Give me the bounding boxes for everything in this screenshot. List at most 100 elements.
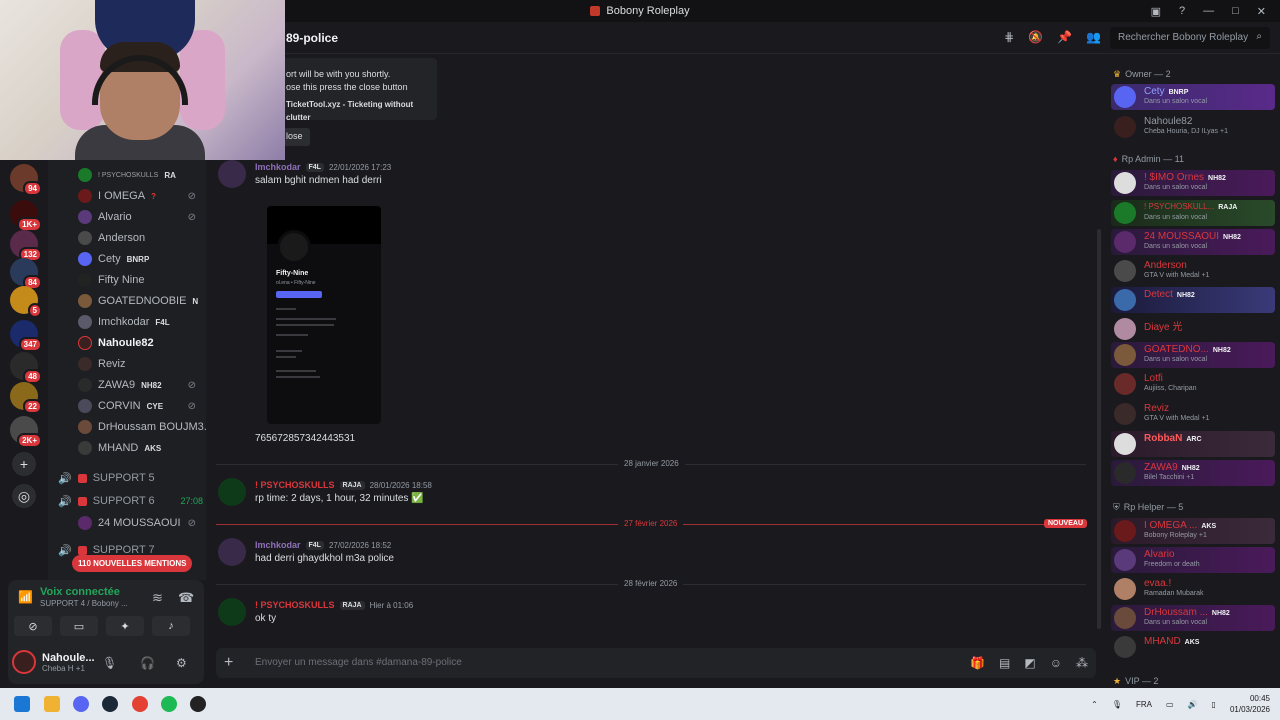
- server-icon[interactable]: 48: [10, 352, 42, 384]
- network-icon[interactable]: ▭: [1166, 700, 1174, 709]
- search-input[interactable]: Rechercher Bobony Roleplay ⌕: [1110, 27, 1270, 49]
- member-item[interactable]: MHAND AKS: [1111, 634, 1275, 660]
- screen-icon[interactable]: ▣: [1151, 5, 1161, 18]
- member-item[interactable]: ! PSYCHOSKULL... RAJA Dans un salon vocal: [1111, 200, 1275, 226]
- spotify-icon[interactable]: [161, 696, 177, 712]
- minimize-button[interactable]: —: [1203, 5, 1214, 17]
- voice-channel-support6[interactable]: 🔊 SUPPORT 6 27:08: [58, 491, 203, 511]
- server-icon[interactable]: 84: [10, 258, 42, 290]
- server-icon[interactable]: 1K+: [10, 200, 42, 232]
- notifications-icon[interactable]: 🔕: [1028, 30, 1043, 44]
- voice-user[interactable]: GOATEDNOOBIE N: [78, 291, 206, 311]
- member-item[interactable]: DrHoussam ... NH82 Dans un salon vocal: [1111, 605, 1275, 631]
- voice-user[interactable]: CORVIN CYE ⊘: [78, 396, 206, 416]
- image-attachment[interactable]: Fifty-Nine ol.ena • Fifty-Nine: [267, 206, 381, 424]
- disconnect-icon[interactable]: ☎: [178, 590, 194, 606]
- maximize-button[interactable]: □: [1232, 5, 1239, 17]
- message-text: ok ty: [255, 613, 277, 624]
- avatar: [12, 650, 36, 674]
- camera-off-button[interactable]: ⊘: [14, 616, 52, 636]
- gift-icon[interactable]: 🎁: [970, 656, 985, 670]
- language-indicator[interactable]: FRA: [1136, 700, 1152, 709]
- headphones-icon[interactable]: 🎧: [140, 656, 155, 670]
- member-item[interactable]: GOATEDNO... NH82 Dans un salon vocal: [1111, 342, 1275, 368]
- user-panel[interactable]: Nahoule... Cheba H +1: [12, 650, 95, 674]
- voice-user[interactable]: I OMEGA? ⊘: [78, 186, 206, 206]
- avatar[interactable]: [218, 160, 246, 188]
- app-logo-icon: [590, 6, 601, 16]
- close-button[interactable]: ✕: [1257, 5, 1266, 18]
- member-item[interactable]: Cety BNRP Dans un salon vocal: [1111, 84, 1275, 110]
- server-icon[interactable]: 94: [10, 164, 42, 196]
- steam-icon[interactable]: [102, 696, 118, 712]
- voice-user[interactable]: Fifty Nine: [78, 270, 206, 290]
- member-item[interactable]: evaa.! Ramadan Mubarak: [1111, 576, 1275, 602]
- microphone-icon[interactable]: 🎙: [102, 656, 117, 670]
- avatar[interactable]: [218, 598, 246, 626]
- add-server-button[interactable]: +: [12, 452, 36, 476]
- member-item[interactable]: Anderson GTA V with Medal +1: [1111, 258, 1275, 284]
- noise-suppression-icon[interactable]: ≋: [152, 590, 163, 606]
- message-composer[interactable]: + Envoyer un message dans #damana-89-pol…: [216, 648, 1096, 678]
- server-icon[interactable]: 2K+: [10, 416, 42, 448]
- discord-icon[interactable]: [73, 696, 89, 712]
- avatar[interactable]: [218, 478, 246, 506]
- soundboard-button[interactable]: ♪: [152, 616, 190, 636]
- server-icon[interactable]: 132: [10, 230, 42, 262]
- file-explorer-icon[interactable]: [44, 696, 60, 712]
- member-item[interactable]: Diaye 光: [1111, 316, 1275, 342]
- clock[interactable]: 00:45 01/03/2026: [1230, 693, 1270, 715]
- voice-channel-support5[interactable]: 🔊 SUPPORT 5: [58, 468, 203, 488]
- voice-user[interactable]: Reviz: [78, 354, 206, 374]
- discover-icon[interactable]: ◎: [12, 484, 36, 508]
- settings-gear-icon[interactable]: ⚙: [176, 656, 187, 670]
- members-icon[interactable]: 👥: [1086, 30, 1101, 44]
- voice-user[interactable]: Imchkodar F4L: [78, 312, 206, 332]
- activities-button[interactable]: ✦: [106, 616, 144, 636]
- member-item[interactable]: Alvario Freedom or death: [1111, 547, 1275, 573]
- sticker-icon[interactable]: ◩: [1024, 656, 1035, 670]
- chevron-up-icon[interactable]: ⌃: [1091, 700, 1098, 709]
- window-controls: ▣ ? — □ ✕: [1151, 0, 1280, 22]
- member-item[interactable]: ! $IMO Ornes NH82 Dans un salon vocal: [1111, 170, 1275, 196]
- server-icon[interactable]: 347: [10, 320, 42, 352]
- voice-user[interactable]: ZAWA9 NH82 ⊘: [78, 375, 206, 395]
- voice-user[interactable]: Alvario ⊘: [78, 207, 206, 227]
- help-icon[interactable]: ?: [1179, 5, 1185, 17]
- member-item[interactable]: I OMEGA ... AKS Bobony Roleplay +1: [1111, 518, 1275, 544]
- microphone-icon[interactable]: 🎙: [1112, 700, 1122, 709]
- pin-icon[interactable]: 📌: [1057, 30, 1072, 44]
- obs-icon[interactable]: [190, 696, 206, 712]
- battery-icon[interactable]: ▯: [1212, 700, 1216, 709]
- gif-icon[interactable]: ▤: [999, 656, 1010, 670]
- voice-channel-label[interactable]: SUPPORT 4 / Bobony ...: [40, 599, 128, 608]
- volume-icon[interactable]: 🔊: [1188, 700, 1198, 709]
- member-item[interactable]: Nahoule82 Cheba Houria, DJ ILyas +1: [1111, 114, 1275, 140]
- voice-user[interactable]: Anderson: [78, 228, 206, 248]
- voice-user-self[interactable]: Nahoule82: [78, 333, 206, 353]
- voice-user[interactable]: DrHoussam BOUJM3...: [78, 417, 206, 437]
- member-item[interactable]: ZAWA9 NH82 Bilel Tacchini +1: [1111, 460, 1275, 486]
- member-item[interactable]: Lotfi Aujiiss, Charipan: [1111, 371, 1275, 397]
- emoji-icon[interactable]: ☺: [1050, 656, 1062, 670]
- member-item[interactable]: Detect NH82: [1111, 287, 1275, 313]
- windows-start-icon[interactable]: [14, 696, 30, 712]
- avatar[interactable]: [218, 538, 246, 566]
- server-icon[interactable]: 5: [10, 286, 42, 318]
- member-item[interactable]: RobbaN ARC: [1111, 431, 1275, 457]
- server-icon[interactable]: 22: [10, 382, 42, 414]
- apps-icon[interactable]: ⁂: [1076, 656, 1088, 670]
- member-item[interactable]: Reviz GTA V with Medal +1: [1111, 401, 1275, 427]
- voice-user[interactable]: Cety BNRP: [78, 249, 206, 269]
- screen-share-button[interactable]: ▭: [60, 616, 98, 636]
- message-list: ort will be with you shortly. ose this p…: [206, 54, 1101, 644]
- new-mentions-badge[interactable]: 110 NOUVELLES MENTIONS: [72, 555, 193, 572]
- date-divider-label: 27 février 2026: [618, 519, 684, 528]
- voice-user[interactable]: MHAND AKS: [78, 438, 206, 458]
- member-item[interactable]: 24 MOUSSAOUI NH82 Dans un salon vocal: [1111, 229, 1275, 255]
- voice-user[interactable]: ! PSYCHOSKULLS RA: [78, 165, 206, 185]
- voice-user[interactable]: 24 MOUSSAOUI ⊘: [78, 513, 206, 533]
- threads-icon[interactable]: ⋕: [1004, 30, 1014, 44]
- chrome-icon[interactable]: [132, 696, 148, 712]
- add-attachment-icon[interactable]: +: [224, 654, 233, 672]
